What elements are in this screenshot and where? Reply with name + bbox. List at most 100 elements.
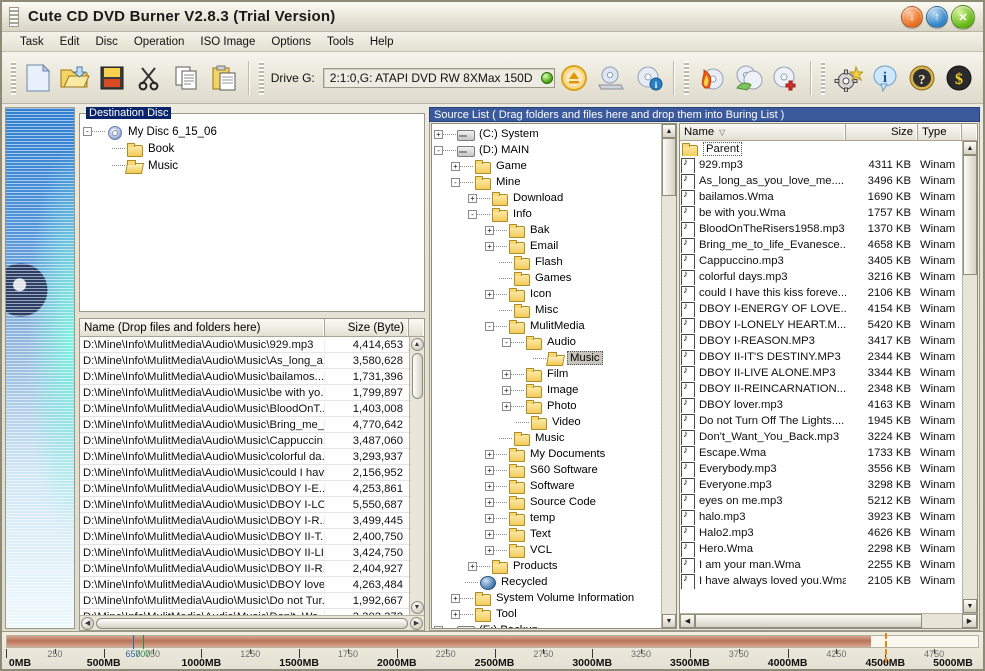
copy-disc-icon[interactable]: [731, 59, 766, 97]
toolbar-grip-2[interactable]: [259, 61, 264, 95]
tree-node-download[interactable]: +Download: [434, 190, 661, 206]
table-row[interactable]: be with you.Wma1757 KBWinam: [680, 205, 962, 221]
expand-icon[interactable]: +: [485, 450, 494, 459]
tree-node-book[interactable]: Book: [83, 140, 421, 157]
column-header-size[interactable]: Size: [846, 124, 918, 140]
table-row[interactable]: Halo2.mp34626 KBWinam: [680, 525, 962, 541]
expand-icon[interactable]: +: [502, 402, 511, 411]
table-row[interactable]: I am your man.Wma2255 KBWinam: [680, 557, 962, 573]
scroll-up-button[interactable]: ▲: [662, 124, 676, 138]
scroll-thumb-h[interactable]: [96, 618, 408, 629]
save-project-icon[interactable]: [95, 59, 130, 97]
table-row[interactable]: D:\Mine\Info\MulitMedia\Audio\Music\DBOY…: [80, 481, 409, 497]
maximize-button[interactable]: ↑: [926, 6, 948, 28]
collapse-icon[interactable]: -: [502, 338, 511, 347]
scroll-down-button[interactable]: ▼: [963, 599, 977, 613]
column-header-name[interactable]: Name (Drop files and folders here): [80, 319, 325, 336]
table-row[interactable]: D:\Mine\Info\MulitMedia\Audio\Music\bail…: [80, 369, 409, 385]
toolbar-grip-4[interactable]: [821, 61, 826, 95]
tree-node-c-system[interactable]: +(C:) System: [434, 126, 661, 142]
minimize-button[interactable]: ↓: [901, 6, 923, 28]
file-list-vscrollbar[interactable]: ▲ ▼: [962, 141, 977, 613]
burning-list-vscrollbar[interactable]: ▲ ▼: [409, 337, 424, 615]
tree-node-my-disc[interactable]: - My Disc 6_15_06: [83, 123, 421, 140]
tree-node-games[interactable]: Games: [434, 270, 661, 286]
register-dollar-icon[interactable]: $: [942, 59, 977, 97]
toolbar-grip-3[interactable]: [684, 61, 689, 95]
menu-item-iso-image[interactable]: ISO Image: [192, 34, 263, 50]
tree-node-tool[interactable]: +Tool: [434, 606, 661, 622]
toolbar-grip[interactable]: [11, 61, 16, 95]
collapse-icon[interactable]: -: [485, 322, 494, 331]
expand-icon[interactable]: +: [485, 482, 494, 491]
expand-icon[interactable]: +: [502, 386, 511, 395]
folder-tree-pane[interactable]: +(C:) System-(D:) MAIN+Game-Mine+Downloa…: [431, 123, 677, 629]
expand-icon[interactable]: +: [485, 498, 494, 507]
table-row[interactable]: Hero.Wma2298 KBWinam: [680, 541, 962, 557]
column-header-size[interactable]: Size (Byte): [325, 319, 409, 336]
table-row[interactable]: D:\Mine\Info\MulitMedia\Audio\Music\Bloo…: [80, 401, 409, 417]
tree-node-misc[interactable]: Misc: [434, 302, 661, 318]
expand-icon[interactable]: +: [485, 242, 494, 251]
collapse-icon[interactable]: -: [451, 178, 460, 187]
menu-item-options[interactable]: Options: [263, 34, 319, 50]
table-row[interactable]: DBOY lover.mp34163 KBWinam: [680, 397, 962, 413]
menu-item-task[interactable]: Task: [12, 34, 52, 50]
destination-disc-tree[interactable]: - My Disc 6_15_06 Book: [80, 119, 424, 311]
table-row[interactable]: DBOY I-ENERGY OF LOVE...4154 KBWinam: [680, 301, 962, 317]
table-row[interactable]: Escape.Wma1733 KBWinam: [680, 445, 962, 461]
tree-node-email[interactable]: +Email: [434, 238, 661, 254]
expand-icon[interactable]: +: [485, 530, 494, 539]
disc-info-icon[interactable]: i: [631, 59, 666, 97]
drive-selector[interactable]: 2:1:0,G: ATAPI DVD RW 8XMax 150D: [323, 68, 555, 88]
burning-list-hscrollbar[interactable]: ◀ ▶: [80, 615, 424, 630]
table-row[interactable]: DBOY II-IT'S DESTINY.MP32344 KBWinam: [680, 349, 962, 365]
scroll-up-button[interactable]: ▲: [411, 338, 424, 351]
collapse-icon[interactable]: -: [434, 146, 443, 155]
expand-icon[interactable]: +: [468, 562, 477, 571]
table-row[interactable]: Do not Turn Off The Lights....1945 KBWin…: [680, 413, 962, 429]
table-row[interactable]: could I have this kiss foreve...2106 KBW…: [680, 285, 962, 301]
table-row[interactable]: BloodOnTheRisers1958.mp31370 KBWinam: [680, 221, 962, 237]
table-row[interactable]: D:\Mine\Info\MulitMedia\Audio\Music\be w…: [80, 385, 409, 401]
scroll-thumb[interactable]: [662, 138, 676, 196]
table-row[interactable]: D:\Mine\Info\MulitMedia\Audio\Music\Capp…: [80, 433, 409, 449]
table-row[interactable]: D:\Mine\Info\MulitMedia\Audio\Music\DBOY…: [80, 561, 409, 577]
tree-node-software[interactable]: +Software: [434, 478, 661, 494]
close-button[interactable]: ✕: [951, 5, 975, 29]
tree-node-music[interactable]: Music: [83, 157, 421, 174]
table-row[interactable]: D:\Mine\Info\MulitMedia\Audio\Music\coul…: [80, 465, 409, 481]
table-row[interactable]: D:\Mine\Info\MulitMedia\Audio\Music\DBOY…: [80, 545, 409, 561]
disc-drive-icon[interactable]: [594, 59, 629, 97]
table-row[interactable]: Bring_me_to_life_Evanesce...4658 KBWinam: [680, 237, 962, 253]
column-header-type[interactable]: Type: [918, 124, 962, 140]
table-row[interactable]: D:\Mine\Info\MulitMedia\Audio\Music\DBOY…: [80, 497, 409, 513]
erase-disc-icon[interactable]: [768, 59, 803, 97]
tree-node-s60-software[interactable]: +S60 Software: [434, 462, 661, 478]
table-row[interactable]: Everyone.mp33298 KBWinam: [680, 477, 962, 493]
burning-list[interactable]: Name (Drop files and folders here) Size …: [79, 318, 425, 631]
about-info-icon[interactable]: i: [868, 59, 903, 97]
tree-node-products[interactable]: +Products: [434, 558, 661, 574]
expander-icon[interactable]: -: [83, 127, 92, 136]
eject-disc-icon[interactable]: [557, 59, 592, 97]
tree-node-film[interactable]: +Film: [434, 366, 661, 382]
burning-list-rows[interactable]: D:\Mine\Info\MulitMedia\Audio\Music\929.…: [80, 337, 409, 615]
new-project-icon[interactable]: [21, 59, 56, 97]
tree-node-photo[interactable]: +Photo: [434, 398, 661, 414]
tree-node-info[interactable]: -Info: [434, 206, 661, 222]
table-row[interactable]: D:\Mine\Info\MulitMedia\Audio\Music\colo…: [80, 449, 409, 465]
scroll-thumb-h[interactable]: [695, 614, 922, 628]
expand-icon[interactable]: +: [451, 162, 460, 171]
table-row[interactable]: colorful days.mp33216 KBWinam: [680, 269, 962, 285]
tree-node-music[interactable]: Music: [434, 430, 661, 446]
paste-icon[interactable]: [206, 59, 241, 97]
tree-node-temp[interactable]: +temp: [434, 510, 661, 526]
table-row[interactable]: D:\Mine\Info\MulitMedia\Audio\Music\DBOY…: [80, 529, 409, 545]
scroll-track[interactable]: [662, 196, 676, 614]
expand-icon[interactable]: +: [485, 290, 494, 299]
table-row[interactable]: D:\Mine\Info\MulitMedia\Audio\Music\Do n…: [80, 593, 409, 609]
table-row[interactable]: 929.mp34311 KBWinam: [680, 157, 962, 173]
tree-node-audio[interactable]: -Audio: [434, 334, 661, 350]
table-row[interactable]: DBOY I-LONELY HEART.M...5420 KBWinam: [680, 317, 962, 333]
